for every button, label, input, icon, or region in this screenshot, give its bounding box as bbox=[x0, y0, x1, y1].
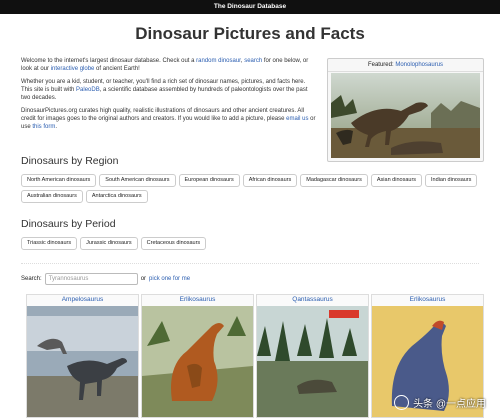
featured-panel: Featured: Monolophosaurus bbox=[327, 58, 484, 162]
watermark: 头条 @一点应用 bbox=[394, 395, 486, 410]
dinosaur-card-title[interactable]: Ampelosaurus bbox=[62, 296, 104, 303]
dinosaur-card[interactable]: Erlikosaurus bbox=[141, 294, 254, 418]
period-heading: Dinosaurs by Period bbox=[21, 218, 116, 230]
region-chip-europe[interactable]: European dinosaurs bbox=[178, 174, 240, 187]
divider bbox=[21, 263, 479, 264]
featured-dinosaur-link[interactable]: Monolophosaurus bbox=[395, 62, 443, 68]
region-heading: Dinosaurs by Region bbox=[21, 155, 119, 167]
page-title: Dinosaur Pictures and Facts bbox=[135, 24, 365, 43]
intro-paragraph-2: Whether you are a kid, student, or teach… bbox=[21, 79, 308, 101]
region-list: North American dinosaurs South American … bbox=[21, 174, 491, 203]
dinosaur-card[interactable]: Ampelosaurus bbox=[26, 294, 139, 418]
pick-random-link[interactable]: pick one for me bbox=[149, 276, 190, 282]
dinosaur-card-title[interactable]: Erlikosaurus bbox=[410, 296, 446, 303]
dinosaur-card[interactable]: Qantassaurus bbox=[256, 294, 369, 418]
featured-dinosaur-image[interactable] bbox=[331, 73, 480, 158]
intro-paragraph-1: Welcome to the internet's largest dinosa… bbox=[21, 58, 309, 72]
region-chip-australia[interactable]: Australian dinosaurs bbox=[21, 190, 83, 203]
region-chip-north-america[interactable]: North American dinosaurs bbox=[21, 174, 97, 187]
region-chip-asia[interactable]: Asian dinosaurs bbox=[370, 174, 423, 187]
interactive-globe-link[interactable]: interactive globe bbox=[51, 66, 95, 72]
period-chip-jurassic[interactable]: Jurassic dinosaurs bbox=[80, 237, 138, 250]
dinosaur-card-image[interactable] bbox=[257, 306, 368, 417]
region-chip-india[interactable]: Indian dinosaurs bbox=[425, 174, 478, 187]
search-label: Search: bbox=[21, 276, 42, 282]
random-dinosaur-link[interactable]: random dinosaur bbox=[196, 58, 241, 64]
site-title[interactable]: The Dinosaur Database bbox=[214, 3, 286, 10]
region-chip-africa[interactable]: African dinosaurs bbox=[242, 174, 298, 187]
dinosaur-card-title[interactable]: Qantassaurus bbox=[292, 296, 332, 303]
email-us-link[interactable]: email us bbox=[286, 116, 308, 122]
dinosaur-card-title[interactable]: Erlikosaurus bbox=[180, 296, 216, 303]
search-input[interactable]: Tyrannosaurus bbox=[44, 273, 138, 285]
dinosaur-card-image[interactable] bbox=[27, 306, 138, 417]
period-chip-cretaceous[interactable]: Cretaceous dinosaurs bbox=[140, 237, 207, 250]
search-bar: Search: Tyrannosaurus or pick one for me bbox=[21, 273, 190, 285]
region-chip-south-america[interactable]: South American dinosaurs bbox=[99, 174, 176, 187]
period-list: Triassic dinosaurs Jurassic dinosaurs Cr… bbox=[21, 237, 491, 250]
watermark-logo-icon bbox=[394, 395, 410, 410]
this-form-link[interactable]: this form bbox=[32, 124, 55, 130]
search-link[interactable]: search bbox=[244, 58, 262, 64]
site-header: The Dinosaur Database bbox=[0, 0, 500, 14]
intro-text: Welcome to the internet's largest dinosa… bbox=[21, 57, 317, 136]
region-chip-antarctica[interactable]: Antarctica dinosaurs bbox=[85, 190, 148, 203]
period-chip-triassic[interactable]: Triassic dinosaurs bbox=[21, 237, 78, 250]
intro-paragraph-3: DinosaurPictures.org curates high qualit… bbox=[21, 108, 316, 130]
paleodb-link[interactable]: PaleoDB bbox=[76, 87, 100, 93]
search-or-text: or bbox=[140, 276, 147, 282]
dinosaur-card-image[interactable] bbox=[142, 306, 253, 417]
region-chip-madagascar[interactable]: Madagascar dinosaurs bbox=[300, 174, 368, 187]
featured-caption: Featured: Monolophosaurus bbox=[328, 59, 483, 72]
